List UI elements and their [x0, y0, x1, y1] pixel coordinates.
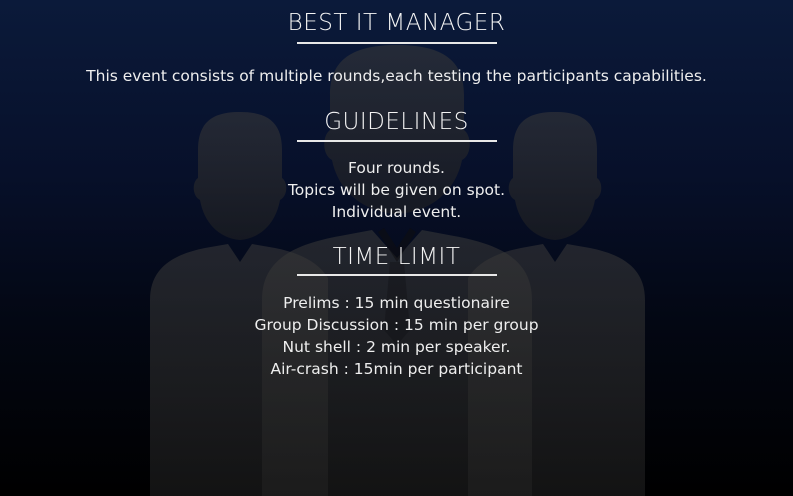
- guideline-item: Four rounds.: [348, 159, 445, 177]
- time-limit-heading: TIME LIMIT: [332, 244, 461, 270]
- title-underline: [297, 42, 497, 44]
- time-limit-list: Prelims : 15 min questionaire Group Disc…: [0, 292, 793, 380]
- time-limit-underline: [297, 274, 497, 276]
- time-limit-item: Prelims : 15 min questionaire: [283, 294, 510, 312]
- time-limit-item: Group Discussion : 15 min per group: [254, 316, 539, 334]
- guidelines-underline: [297, 140, 497, 142]
- time-limit-item: Air-crash : 15min per participant: [270, 360, 523, 378]
- time-limit-item: Nut shell : 2 min per speaker.: [282, 338, 511, 356]
- guidelines-list: Four rounds. Topics will be given on spo…: [0, 157, 793, 223]
- guideline-item: Topics will be given on spot.: [287, 181, 506, 199]
- guideline-item: Individual event.: [331, 203, 462, 221]
- guidelines-heading: GUIDELINES: [324, 109, 469, 135]
- event-title: BEST IT MANAGER: [287, 10, 506, 36]
- event-description: This event consists of multiple rounds,e…: [86, 67, 707, 85]
- event-details: BEST IT MANAGER This event consists of m…: [0, 0, 793, 496]
